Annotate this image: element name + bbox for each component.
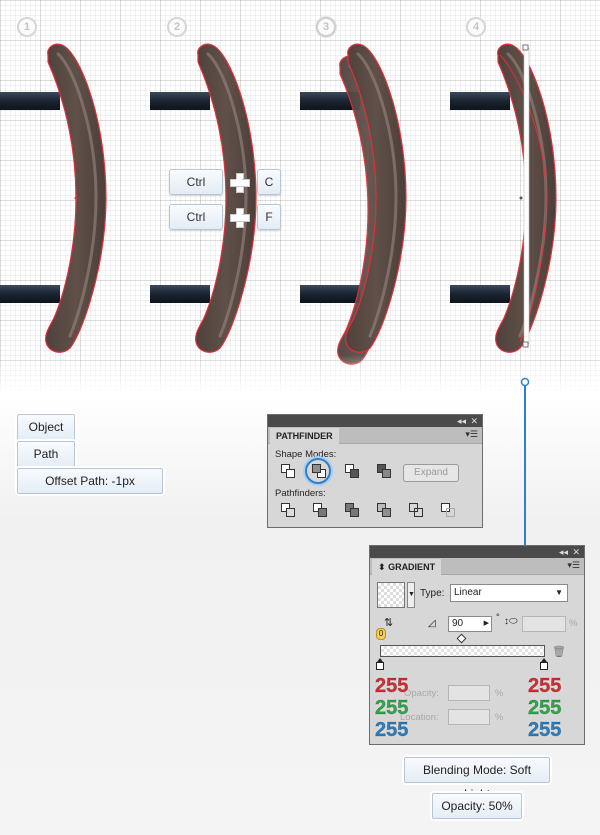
type-select[interactable]: Linear ▼ (450, 584, 568, 602)
tab-gradient-label: GRADIENT (388, 562, 436, 572)
gradient-tabrow: ⬍ GRADIENT ▾☰ (370, 558, 584, 575)
angle-value: 90 (452, 618, 464, 629)
left-stop-green: 255 (374, 697, 409, 720)
gradient-panel: ◂◂ ✕ ⬍ GRADIENT ▾☰ ▼ Type: Linear ▼ ⇅ 0 … (369, 545, 585, 745)
step-3-art (300, 42, 408, 366)
gradient-stop-left[interactable] (376, 658, 384, 670)
step-badge-4: 4 (466, 17, 486, 37)
tab-gradient[interactable]: ⬍ GRADIENT (372, 559, 442, 575)
divide-icon[interactable] (280, 502, 296, 518)
gradient-stop-right[interactable] (540, 658, 548, 670)
opacity-input[interactable] (448, 685, 490, 701)
expand-button[interactable]: Expand (403, 464, 459, 482)
right-stop-blue: 255 (527, 719, 562, 742)
opacity-label: Opacity: (404, 688, 439, 699)
gradient-midpoint-icon[interactable] (456, 633, 467, 644)
gradient-slider-bar[interactable] (380, 645, 545, 657)
delete-stop-icon[interactable]: 🗑 (552, 645, 566, 658)
left-stop-blue: 255 (374, 719, 409, 742)
panel-menu-icon[interactable]: ▾☰ (567, 560, 580, 571)
pathfinder-titlebar: ◂◂ ✕ (268, 415, 482, 427)
intersect-icon[interactable] (344, 463, 360, 479)
outline-icon[interactable] (408, 502, 424, 518)
tab-pathfinder[interactable]: PATHFINDER (270, 428, 339, 444)
plus-icon (230, 173, 250, 193)
plus-icon (230, 208, 250, 228)
right-stop-red: 255 (527, 675, 562, 698)
blending-mode-note: Blending Mode: Soft Light (404, 757, 550, 801)
tab-arrows-icon: ⬍ (378, 562, 386, 572)
angle-input[interactable]: 90 ▶ (448, 616, 492, 632)
pathfinders-label: Pathfinders: (275, 488, 326, 499)
unite-icon[interactable] (280, 463, 296, 479)
right-stop-green: 255 (527, 697, 562, 720)
opacity-unit: % (495, 688, 504, 699)
left-stop-red: 255 (374, 675, 409, 698)
opacity-note: Opacity: 50% (432, 793, 522, 819)
pathfinder-tabrow: PATHFINDER ▾☰ (268, 427, 482, 444)
aspect-ratio-input[interactable] (522, 616, 566, 632)
gradient-titlebar: ◂◂ ✕ (370, 546, 584, 558)
location-unit: % (495, 712, 504, 723)
aspect-ratio-icon: ↕⬭ (504, 616, 518, 627)
pathfinder-panel: ◂◂ ✕ PATHFINDER ▾☰ Shape Modes: Expand P… (267, 414, 483, 528)
step-badge-1: 1 (17, 17, 37, 37)
minus-front-icon[interactable] (311, 463, 327, 479)
panel-menu-icon[interactable]: ▾☰ (465, 429, 478, 440)
step-4-art (450, 42, 558, 354)
artboard-grid[interactable]: 1 2 3 4 Ctrl C Ctrl F (0, 0, 600, 395)
crop-icon[interactable] (376, 502, 392, 518)
merge-icon[interactable] (344, 502, 360, 518)
type-value: Linear (454, 587, 482, 598)
exclude-icon[interactable] (376, 463, 392, 479)
illustration (0, 42, 558, 366)
shape-modes-label: Shape Modes: (275, 449, 337, 460)
menu-path[interactable]: Path (17, 441, 75, 467)
stepper-icon: ▶ (483, 620, 489, 627)
trim-icon[interactable] (312, 502, 328, 518)
angle-unit: ° (496, 612, 500, 623)
step-badge-2: 2 (167, 17, 187, 37)
chevron-down-icon: ▼ (555, 588, 563, 597)
minus-back-icon[interactable] (440, 502, 456, 518)
gradient-slider-toggle[interactable]: 0 (376, 628, 386, 640)
reverse-gradient-icon[interactable]: ⇅ (384, 616, 400, 630)
collapse-icon[interactable]: ◂◂ (457, 415, 466, 427)
step-badge-3: 3 (316, 17, 336, 37)
close-icon[interactable]: ✕ (470, 415, 478, 427)
menu-offset-path[interactable]: Offset Path: -1px (17, 468, 163, 494)
close-icon[interactable]: ✕ (572, 546, 580, 558)
connector-line (520, 377, 530, 548)
aspect-unit: % (569, 618, 578, 629)
angle-icon: ◿ (428, 618, 436, 629)
collapse-icon[interactable]: ◂◂ (559, 546, 568, 558)
ctrl-key-1: Ctrl (169, 169, 223, 195)
type-label: Type: (420, 588, 445, 599)
location-input[interactable] (448, 709, 490, 725)
menu-object[interactable]: Object (17, 414, 75, 440)
f-key: F (257, 204, 281, 230)
swatch-dropdown-icon[interactable]: ▼ (407, 582, 415, 608)
c-key: C (257, 169, 281, 195)
ctrl-key-2: Ctrl (169, 204, 223, 230)
gradient-swatch[interactable] (377, 582, 405, 608)
step-1-art (0, 42, 108, 354)
step-2-art (150, 42, 258, 354)
